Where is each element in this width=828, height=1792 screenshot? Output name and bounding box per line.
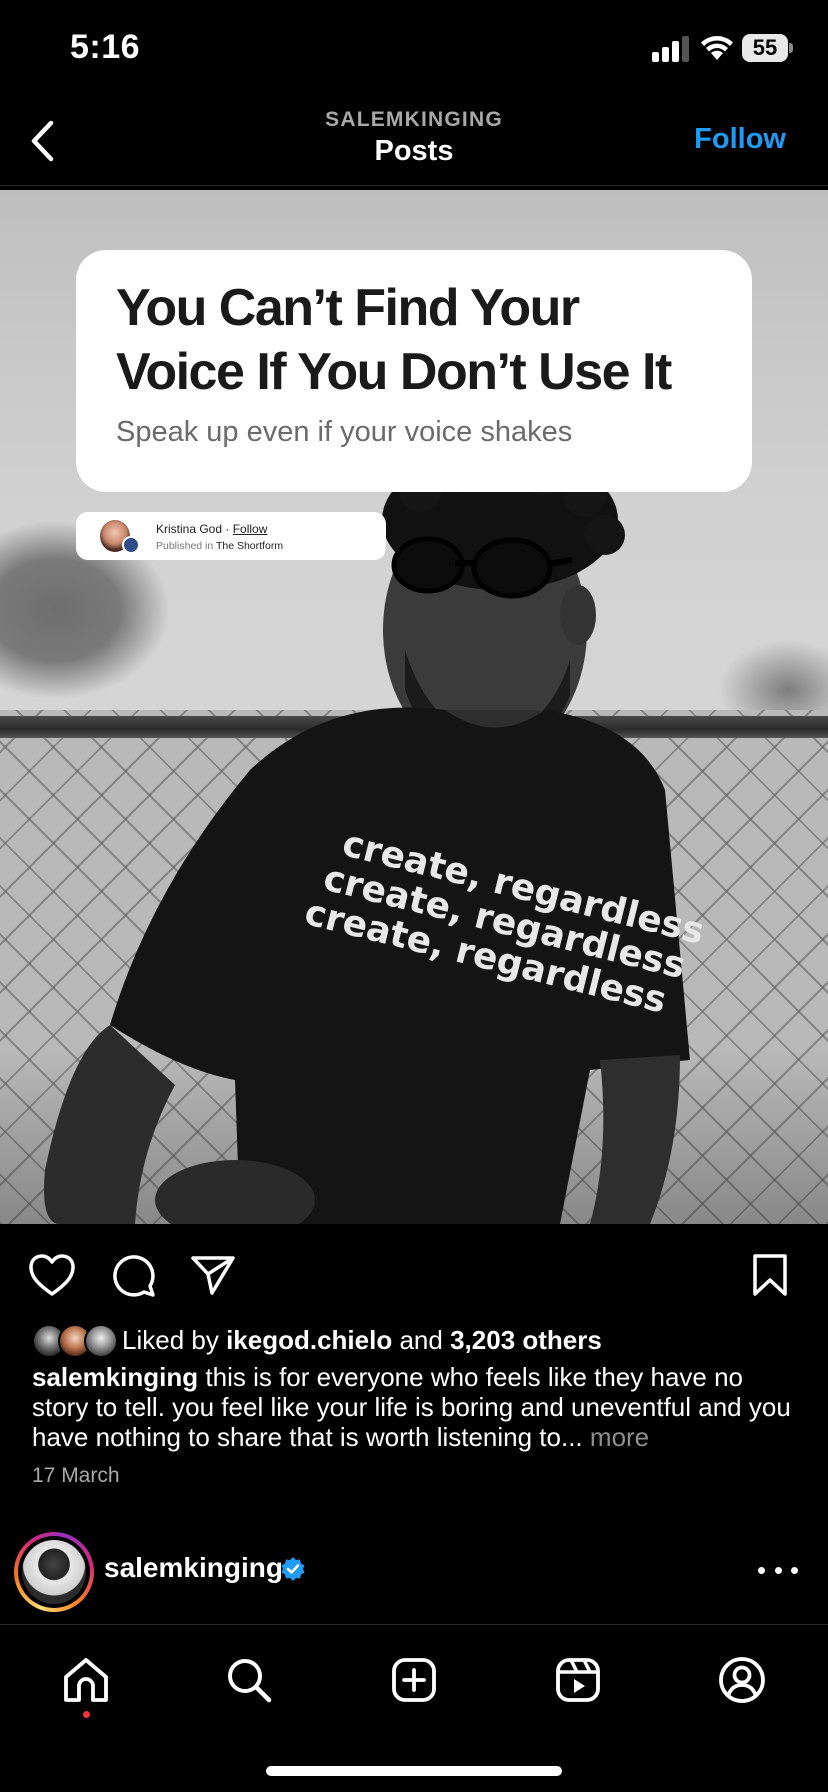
tab-home[interactable] — [59, 1653, 113, 1707]
like-button[interactable] — [27, 1250, 77, 1300]
cellular-signal-icon — [652, 36, 689, 62]
caption: salemkinging this is for everyone who fe… — [32, 1362, 802, 1452]
create-icon — [392, 1658, 436, 1702]
wifi-icon — [701, 36, 733, 60]
story-ring[interactable] — [14, 1532, 94, 1612]
avatar — [22, 1540, 86, 1604]
heart-icon — [29, 1254, 75, 1296]
likes-count[interactable]: 3,203 others — [450, 1325, 602, 1355]
avatar — [84, 1324, 118, 1358]
status-time: 5:16 — [70, 28, 141, 66]
reels-icon — [556, 1658, 600, 1702]
paper-plane-icon — [191, 1256, 235, 1295]
caption-more-link[interactable]: more — [590, 1422, 649, 1452]
top-navigation: SALEMKINGING Posts Follow — [0, 100, 828, 186]
publication-badge — [122, 536, 140, 554]
next-post-header: salemkinging — [0, 1528, 828, 1618]
share-button[interactable] — [188, 1250, 238, 1300]
post-date: 17 March — [32, 1464, 120, 1487]
liker-username[interactable]: ikegod.chielo — [226, 1325, 392, 1355]
bookmark-icon — [753, 1254, 787, 1296]
publication-name: The Shortform — [215, 540, 284, 552]
post-image[interactable]: create, regardless create, regardless cr… — [0, 190, 828, 1224]
likes-text: Liked by ikegod.chielo and 3,203 others — [122, 1324, 602, 1355]
search-icon — [228, 1659, 272, 1703]
article-card: You Can’t Find Your Voice If You Don’t U… — [76, 250, 752, 492]
liker-avatars — [32, 1322, 122, 1358]
battery-level: 55 — [742, 34, 788, 62]
battery-icon: 55 — [742, 34, 793, 62]
likes-row[interactable]: Liked by ikegod.chielo and 3,203 others — [32, 1322, 602, 1358]
home-icon — [64, 1658, 108, 1702]
verified-badge-icon — [281, 1557, 305, 1581]
caption-username[interactable]: salemkinging — [32, 1362, 198, 1392]
more-options-icon[interactable] — [758, 1552, 798, 1588]
publication-line: Published in The Shortform — [156, 540, 284, 552]
comment-icon — [113, 1255, 155, 1297]
author-follow: Follow — [232, 522, 268, 536]
tab-profile[interactable] — [715, 1653, 769, 1707]
author-card: Kristina God · Follow Published in The S… — [76, 512, 386, 560]
follow-button[interactable]: Follow — [694, 123, 786, 156]
author-name: Kristina God — [156, 522, 223, 536]
home-indicator[interactable] — [266, 1766, 562, 1776]
post-actions — [0, 1240, 828, 1306]
status-bar: 5:16 55 — [0, 0, 828, 100]
author-line: Kristina God · Follow — [156, 522, 268, 536]
tab-search[interactable] — [222, 1653, 276, 1707]
save-button[interactable] — [745, 1250, 795, 1300]
tab-reels[interactable] — [551, 1653, 605, 1707]
tab-create[interactable] — [387, 1653, 441, 1707]
article-title: You Can’t Find Your Voice If You Don’t U… — [116, 279, 672, 401]
post-author-username[interactable]: salemkinging — [104, 1552, 283, 1584]
article-subtitle: Speak up even if your voice shakes — [116, 416, 573, 448]
notification-dot — [83, 1711, 90, 1718]
profile-icon — [719, 1657, 765, 1703]
comment-button[interactable] — [108, 1250, 158, 1300]
